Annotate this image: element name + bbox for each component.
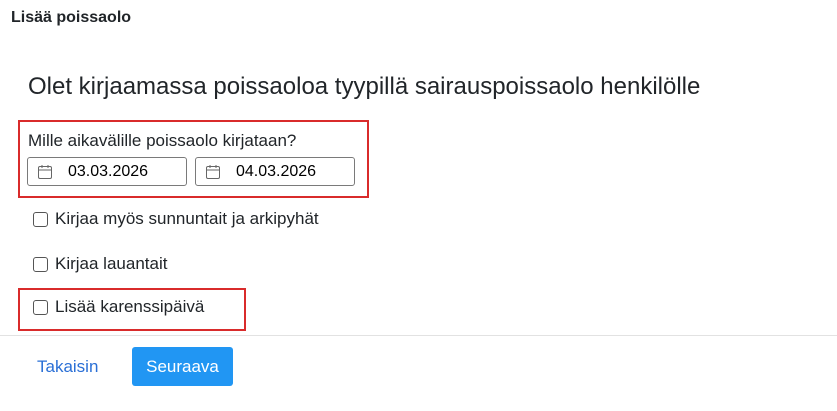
include-sundays-holidays-checkbox[interactable]: [33, 211, 48, 227]
back-button[interactable]: Takaisin: [37, 357, 98, 377]
include-sundays-holidays-checkbox-row[interactable]: Kirjaa myös sunnuntait ja arkipyhät: [33, 209, 319, 229]
date-range-question: Mille aikavälille poissaolo kirjataan?: [28, 131, 297, 150]
calendar-icon: [37, 164, 53, 185]
calendar-icon: [205, 164, 221, 185]
add-waiting-day-label: Lisää karenssipäivä: [55, 297, 205, 316]
start-date-input[interactable]: 03.03.2026: [27, 157, 187, 186]
end-date-value: 04.03.2026: [236, 163, 317, 180]
footer-divider: [0, 335, 837, 336]
include-sundays-holidays-label: Kirjaa myös sunnuntait ja arkipyhät: [55, 209, 319, 228]
start-date-value: 03.03.2026: [68, 163, 149, 180]
dialog-title: Lisää poissaolo: [11, 9, 132, 26]
add-waiting-day-checkbox-row[interactable]: Lisää karenssipäivä: [33, 297, 204, 317]
page-heading: Olet kirjaamassa poissaoloa tyypillä sai…: [28, 73, 701, 100]
include-saturdays-checkbox-row[interactable]: Kirjaa lauantait: [33, 254, 167, 274]
end-date-input[interactable]: 04.03.2026: [195, 157, 355, 186]
include-saturdays-checkbox[interactable]: [33, 256, 48, 272]
include-saturdays-label: Kirjaa lauantait: [55, 254, 168, 273]
add-waiting-day-checkbox[interactable]: [33, 299, 48, 315]
next-button[interactable]: Seuraava: [132, 347, 233, 386]
